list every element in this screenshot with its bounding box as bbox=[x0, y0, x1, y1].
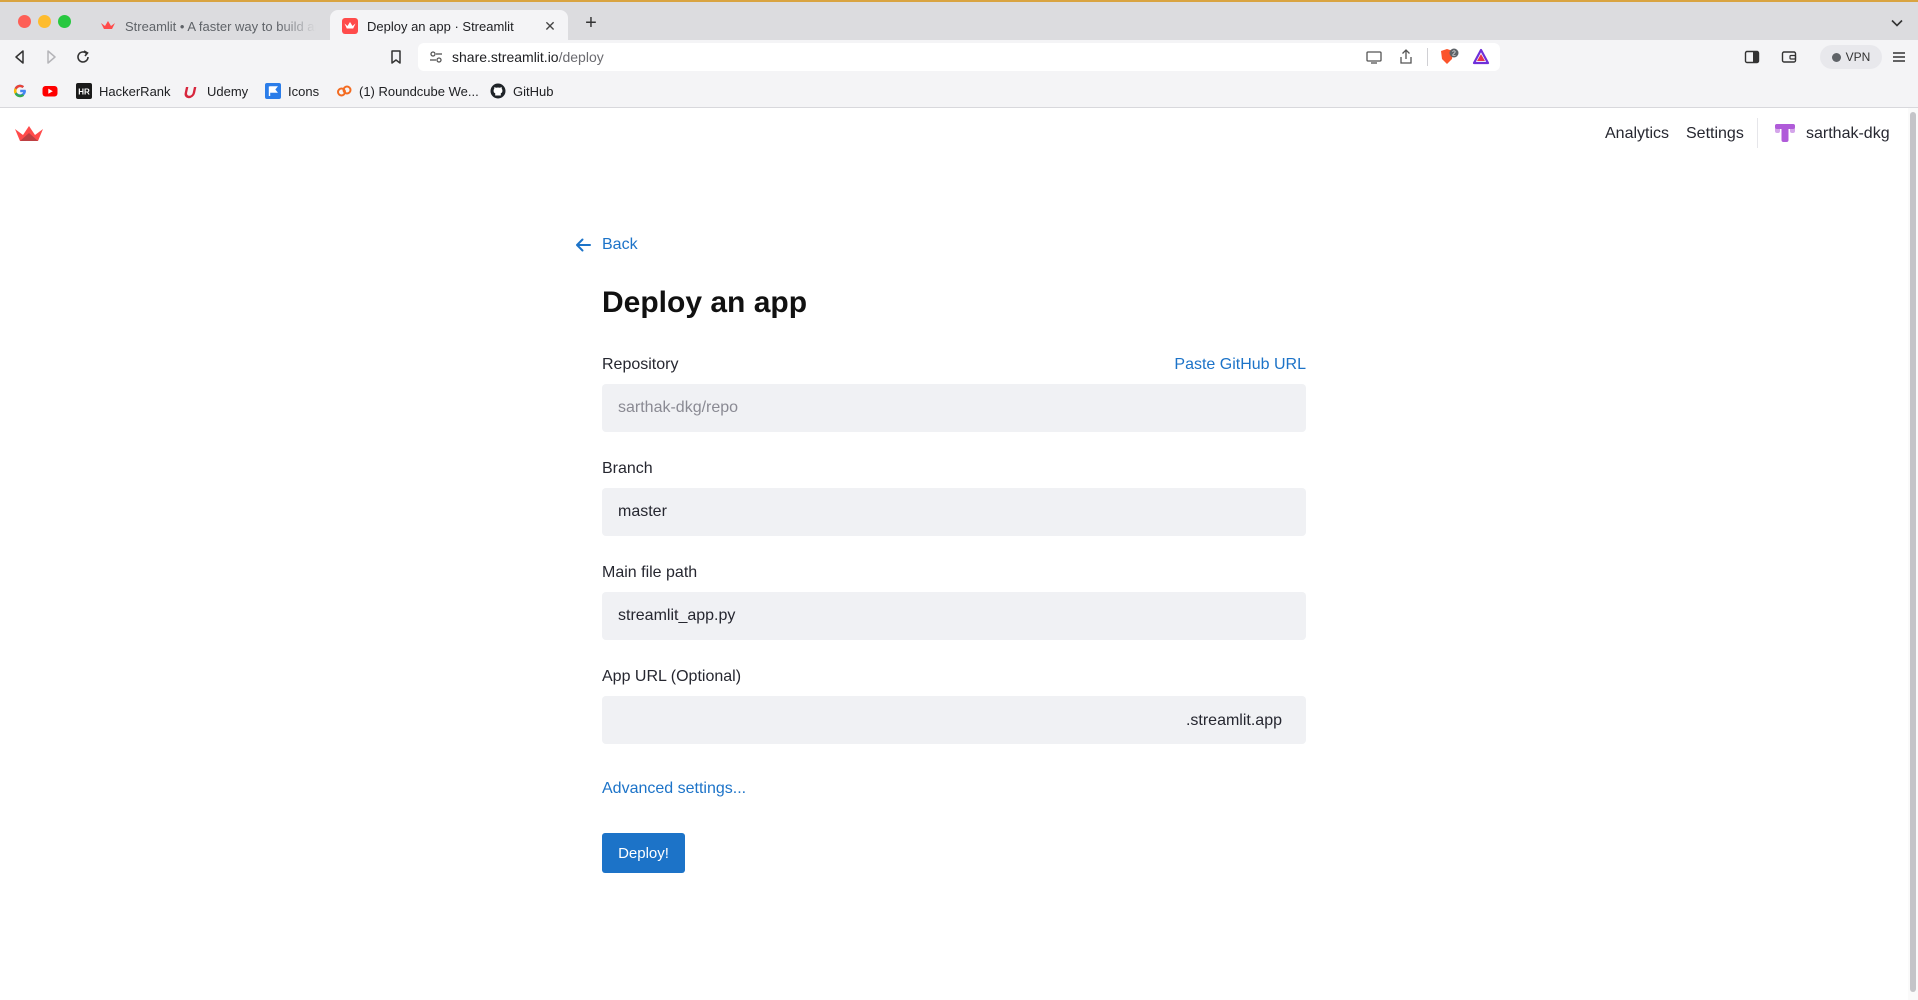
bookmark-label: (1) Roundcube We... bbox=[359, 83, 479, 99]
svg-text:HR: HR bbox=[78, 88, 90, 97]
window-close-button[interactable] bbox=[18, 15, 31, 28]
window-zoom-button[interactable] bbox=[58, 15, 71, 28]
bookmark-icons[interactable]: Icons bbox=[265, 82, 319, 100]
bookmark-roundcube[interactable]: (1) Roundcube We... bbox=[336, 82, 479, 100]
tab-deploy-app[interactable]: Deploy an app · Streamlit ✕ bbox=[330, 10, 568, 42]
user-menu[interactable]: sarthak-dkg bbox=[1806, 125, 1890, 143]
github-icon bbox=[490, 83, 506, 99]
google-icon bbox=[13, 84, 26, 98]
url-path: /deploy bbox=[558, 49, 604, 65]
bookmark-youtube[interactable] bbox=[42, 82, 65, 100]
udemy-icon bbox=[184, 87, 197, 99]
youtube-icon bbox=[42, 86, 58, 97]
reload-icon[interactable] bbox=[74, 48, 92, 66]
main-file-path-label: Main file path bbox=[602, 564, 698, 581]
site-info-icon[interactable] bbox=[428, 49, 444, 65]
address-bar[interactable]: share.streamlit.io/deploy 2 bbox=[418, 43, 1500, 71]
brave-rewards-icon[interactable] bbox=[1472, 48, 1490, 66]
scrollbar-thumb[interactable] bbox=[1910, 112, 1916, 992]
bookmark-label: Udemy bbox=[207, 83, 249, 99]
bookmark-udemy[interactable]: Udemy bbox=[184, 82, 248, 100]
tab-close-icon[interactable]: ✕ bbox=[542, 18, 558, 34]
streamlit-favicon-icon bbox=[342, 18, 358, 34]
menu-icon[interactable] bbox=[1890, 48, 1908, 66]
nav-divider bbox=[1757, 118, 1758, 148]
brave-badge-count: 2 bbox=[1452, 51, 1456, 58]
address-bar-divider bbox=[1427, 48, 1428, 66]
wallet-icon[interactable] bbox=[1780, 48, 1798, 66]
window-minimize-button[interactable] bbox=[38, 15, 51, 28]
tab-title: Deploy an app · Streamlit bbox=[367, 18, 514, 34]
chevron-down-icon[interactable] bbox=[1890, 16, 1904, 30]
url-host: share.streamlit.io bbox=[452, 49, 559, 65]
bookmark-hackerrank[interactable]: HR HackerRank bbox=[76, 82, 171, 100]
page-content: Analytics Settings sarthak-dkg Back Depl… bbox=[0, 108, 1918, 1000]
back-link[interactable]: Back bbox=[574, 236, 638, 254]
bookmarks-bar: HR HackerRank Udemy Icons (1) Roundcube … bbox=[0, 74, 1918, 108]
roundcube-icon bbox=[337, 85, 352, 97]
bookmark-github[interactable]: GitHub bbox=[490, 82, 553, 100]
repository-input[interactable] bbox=[602, 384, 1306, 432]
nav-analytics[interactable]: Analytics bbox=[1605, 125, 1669, 143]
bookmark-icon[interactable] bbox=[387, 48, 405, 66]
sidebar-toggle-icon[interactable] bbox=[1743, 48, 1761, 66]
streamlit-favicon-icon bbox=[101, 21, 115, 29]
branch-input[interactable] bbox=[602, 488, 1306, 536]
bookmark-label: Icons bbox=[288, 83, 320, 99]
back-arrow-icon[interactable] bbox=[11, 48, 29, 66]
browser-tab-strip: Streamlit • A faster way to build and sh… bbox=[0, 0, 1918, 42]
app-url-suffix: .streamlit.app bbox=[1185, 712, 1282, 729]
vpn-label: VPN bbox=[1845, 50, 1871, 64]
browser-toolbar: share.streamlit.io/deploy 2 VPN bbox=[0, 40, 1918, 74]
back-label: Back bbox=[602, 236, 638, 253]
forward-arrow-icon[interactable] bbox=[42, 48, 60, 66]
tab-streamlit-home[interactable]: Streamlit • A faster way to build and sh… bbox=[88, 10, 328, 42]
page-scrollbar[interactable] bbox=[1908, 108, 1918, 1000]
tab-title: Streamlit • A faster way to build and sh… bbox=[125, 18, 316, 34]
page-title: Deploy an app bbox=[602, 286, 808, 319]
deploy-button[interactable]: Deploy! bbox=[602, 833, 685, 873]
repository-label: Repository bbox=[602, 356, 679, 373]
url-text: share.streamlit.io/deploy bbox=[452, 49, 604, 65]
bookmark-label: HackerRank bbox=[99, 83, 171, 99]
share-icon[interactable] bbox=[1397, 48, 1415, 66]
branch-label: Branch bbox=[602, 460, 653, 477]
advanced-settings-link[interactable]: Advanced settings... bbox=[602, 780, 746, 798]
icons-icon bbox=[265, 83, 281, 99]
arrow-left-icon bbox=[576, 238, 591, 252]
hackerrank-icon: HR bbox=[76, 83, 92, 99]
cast-icon[interactable] bbox=[1365, 48, 1383, 66]
nav-settings[interactable]: Settings bbox=[1686, 125, 1744, 143]
streamlit-logo-icon[interactable] bbox=[14, 124, 44, 144]
main-file-path-input[interactable] bbox=[602, 592, 1306, 640]
paste-github-url-link[interactable]: Paste GitHub URL bbox=[1066, 356, 1306, 374]
avatar[interactable] bbox=[1774, 122, 1796, 144]
bookmark-google[interactable] bbox=[12, 82, 35, 100]
bookmark-label: GitHub bbox=[513, 83, 554, 99]
app-url-label: App URL (Optional) bbox=[602, 668, 742, 685]
vpn-status-icon bbox=[1831, 52, 1841, 62]
brave-shields-icon[interactable]: 2 bbox=[1438, 48, 1460, 66]
new-tab-icon[interactable]: + bbox=[582, 13, 600, 33]
vpn-button[interactable]: VPN bbox=[1820, 45, 1882, 69]
